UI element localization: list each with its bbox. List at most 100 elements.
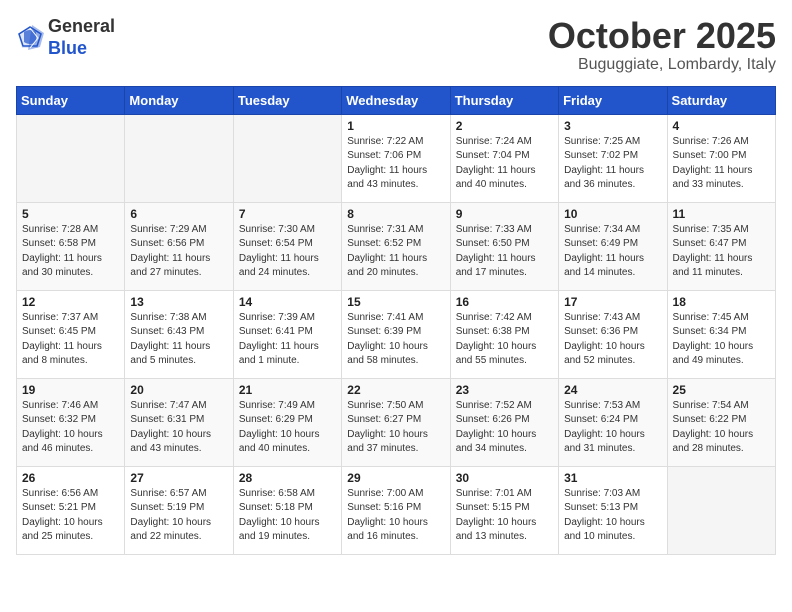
day-number: 25	[673, 383, 770, 397]
calendar-day-cell: 11Sunrise: 7:35 AM Sunset: 6:47 PM Dayli…	[667, 202, 775, 290]
day-info: Sunrise: 7:43 AM Sunset: 6:36 PM Dayligh…	[564, 311, 661, 369]
calendar-day-cell: 25Sunrise: 7:54 AM Sunset: 6:22 PM Dayli…	[667, 378, 775, 466]
day-info: Sunrise: 7:31 AM Sunset: 6:52 PM Dayligh…	[347, 223, 444, 281]
day-of-week-header: Thursday	[450, 86, 558, 114]
day-number: 4	[673, 119, 770, 133]
day-number: 10	[564, 207, 661, 221]
calendar-day-cell: 31 Sunrise: 7:03 AM Sunset: 5:13 PM Dayli…	[559, 466, 667, 554]
location: Buguggiate, Lombardy, Italy	[548, 56, 776, 74]
day-of-week-header: Wednesday	[342, 86, 450, 114]
calendar-day-cell: 19 Sunrise: 7:46 AM Sunset: 6:32 PM Dayli…	[17, 378, 125, 466]
calendar-day-cell: 30 Sunrise: 7:01 AM Sunset: 5:15 PM Dayli…	[450, 466, 558, 554]
day-info: Sunrise: 7:53 AM Sunset: 6:24 PM Dayligh…	[564, 399, 661, 457]
day-info: Sunrise: 7:52 AM Sunset: 6:26 PM Dayligh…	[456, 399, 553, 457]
calendar-day-cell: 17 Sunrise: 7:43 AM Sunset: 6:36 PM Dayli…	[559, 290, 667, 378]
day-info: Sunrise: 6:56 AM Sunset: 5:21 PM Dayligh…	[22, 487, 119, 545]
calendar-day-cell: 26 Sunrise: 6:56 AM Sunset: 5:21 PM Dayli…	[17, 466, 125, 554]
day-info: Sunrise: 7:34 AM Sunset: 6:49 PM Dayligh…	[564, 223, 661, 281]
calendar-week-row: 12Sunrise: 7:37 AM Sunset: 6:45 PM Dayli…	[17, 290, 776, 378]
calendar-day-cell	[667, 466, 775, 554]
day-info: Sunrise: 7:49 AM Sunset: 6:29 PM Dayligh…	[239, 399, 336, 457]
day-of-week-header: Sunday	[17, 86, 125, 114]
logo-general-text: General	[48, 16, 115, 36]
day-number: 3	[564, 119, 661, 133]
day-info: Sunrise: 7:25 AM Sunset: 7:02 PM Dayligh…	[564, 135, 661, 193]
calendar-day-cell: 12Sunrise: 7:37 AM Sunset: 6:45 PM Dayli…	[17, 290, 125, 378]
day-number: 27	[130, 471, 227, 485]
logo-icon	[16, 24, 44, 52]
calendar-day-cell: 29 Sunrise: 7:00 AM Sunset: 5:16 PM Dayli…	[342, 466, 450, 554]
day-info: Sunrise: 6:58 AM Sunset: 5:18 PM Dayligh…	[239, 487, 336, 545]
day-info: Sunrise: 7:01 AM Sunset: 5:15 PM Dayligh…	[456, 487, 553, 545]
day-info: Sunrise: 7:26 AM Sunset: 7:00 PM Dayligh…	[673, 135, 770, 193]
day-info: Sunrise: 7:39 AM Sunset: 6:41 PM Dayligh…	[239, 311, 336, 369]
day-number: 1	[347, 119, 444, 133]
calendar-day-cell: 24 Sunrise: 7:53 AM Sunset: 6:24 PM Dayli…	[559, 378, 667, 466]
day-number: 13	[130, 295, 227, 309]
day-number: 18	[673, 295, 770, 309]
day-of-week-header: Friday	[559, 86, 667, 114]
day-info: Sunrise: 7:38 AM Sunset: 6:43 PM Dayligh…	[130, 311, 227, 369]
calendar-header-row: SundayMondayTuesdayWednesdayThursdayFrid…	[17, 86, 776, 114]
day-info: Sunrise: 7:22 AM Sunset: 7:06 PM Dayligh…	[347, 135, 444, 193]
calendar-day-cell: 15 Sunrise: 7:41 AM Sunset: 6:39 PM Dayli…	[342, 290, 450, 378]
day-info: Sunrise: 7:45 AM Sunset: 6:34 PM Dayligh…	[673, 311, 770, 369]
day-info: Sunrise: 7:33 AM Sunset: 6:50 PM Dayligh…	[456, 223, 553, 281]
calendar-day-cell: 21 Sunrise: 7:49 AM Sunset: 6:29 PM Dayli…	[233, 378, 341, 466]
calendar-day-cell: 13 Sunrise: 7:38 AM Sunset: 6:43 PM Dayli…	[125, 290, 233, 378]
day-number: 23	[456, 383, 553, 397]
calendar-day-cell	[125, 114, 233, 202]
day-number: 14	[239, 295, 336, 309]
day-info: Sunrise: 7:30 AM Sunset: 6:54 PM Dayligh…	[239, 223, 336, 281]
day-number: 29	[347, 471, 444, 485]
day-number: 5	[22, 207, 119, 221]
calendar-day-cell: 22Sunrise: 7:50 AM Sunset: 6:27 PM Dayli…	[342, 378, 450, 466]
day-number: 9	[456, 207, 553, 221]
day-of-week-header: Monday	[125, 86, 233, 114]
day-info: Sunrise: 6:57 AM Sunset: 5:19 PM Dayligh…	[130, 487, 227, 545]
calendar-day-cell: 28Sunrise: 6:58 AM Sunset: 5:18 PM Dayli…	[233, 466, 341, 554]
day-number: 17	[564, 295, 661, 309]
day-number: 22	[347, 383, 444, 397]
day-info: Sunrise: 7:41 AM Sunset: 6:39 PM Dayligh…	[347, 311, 444, 369]
calendar-week-row: 26 Sunrise: 6:56 AM Sunset: 5:21 PM Dayli…	[17, 466, 776, 554]
day-info: Sunrise: 7:29 AM Sunset: 6:56 PM Dayligh…	[130, 223, 227, 281]
calendar-day-cell: 18 Sunrise: 7:45 AM Sunset: 6:34 PM Dayli…	[667, 290, 775, 378]
day-info: Sunrise: 7:46 AM Sunset: 6:32 PM Dayligh…	[22, 399, 119, 457]
calendar-week-row: 19 Sunrise: 7:46 AM Sunset: 6:32 PM Dayli…	[17, 378, 776, 466]
day-info: Sunrise: 7:35 AM Sunset: 6:47 PM Dayligh…	[673, 223, 770, 281]
calendar-day-cell	[233, 114, 341, 202]
day-number: 8	[347, 207, 444, 221]
logo: General Blue	[16, 16, 115, 59]
calendar-day-cell: 23 Sunrise: 7:52 AM Sunset: 6:26 PM Dayli…	[450, 378, 558, 466]
day-number: 19	[22, 383, 119, 397]
title-block: October 2025 Buguggiate, Lombardy, Italy	[548, 16, 776, 74]
calendar-day-cell: 10 Sunrise: 7:34 AM Sunset: 6:49 PM Dayli…	[559, 202, 667, 290]
month-title: October 2025	[548, 16, 776, 56]
calendar-day-cell: 1 Sunrise: 7:22 AM Sunset: 7:06 PM Daylig…	[342, 114, 450, 202]
calendar-day-cell: 7Sunrise: 7:30 AM Sunset: 6:54 PM Daylig…	[233, 202, 341, 290]
day-info: Sunrise: 7:00 AM Sunset: 5:16 PM Dayligh…	[347, 487, 444, 545]
day-number: 26	[22, 471, 119, 485]
day-number: 24	[564, 383, 661, 397]
calendar-day-cell: 14 Sunrise: 7:39 AM Sunset: 6:41 PM Dayli…	[233, 290, 341, 378]
day-of-week-header: Tuesday	[233, 86, 341, 114]
day-of-week-header: Saturday	[667, 86, 775, 114]
day-number: 15	[347, 295, 444, 309]
day-number: 31	[564, 471, 661, 485]
calendar-day-cell: 6Sunrise: 7:29 AM Sunset: 6:56 PM Daylig…	[125, 202, 233, 290]
calendar-day-cell	[17, 114, 125, 202]
day-info: Sunrise: 7:03 AM Sunset: 5:13 PM Dayligh…	[564, 487, 661, 545]
calendar-week-row: 5Sunrise: 7:28 AM Sunset: 6:58 PM Daylig…	[17, 202, 776, 290]
calendar-day-cell: 9 Sunrise: 7:33 AM Sunset: 6:50 PM Daylig…	[450, 202, 558, 290]
calendar-table: SundayMondayTuesdayWednesdayThursdayFrid…	[16, 86, 776, 555]
day-info: Sunrise: 7:37 AM Sunset: 6:45 PM Dayligh…	[22, 311, 119, 369]
calendar-day-cell: 16Sunrise: 7:42 AM Sunset: 6:38 PM Dayli…	[450, 290, 558, 378]
calendar-day-cell: 2Sunrise: 7:24 AM Sunset: 7:04 PM Daylig…	[450, 114, 558, 202]
page-header: General Blue October 2025 Buguggiate, Lo…	[16, 16, 776, 74]
day-number: 30	[456, 471, 553, 485]
logo-blue-text: Blue	[48, 38, 87, 58]
calendar-day-cell: 20Sunrise: 7:47 AM Sunset: 6:31 PM Dayli…	[125, 378, 233, 466]
day-info: Sunrise: 7:42 AM Sunset: 6:38 PM Dayligh…	[456, 311, 553, 369]
day-number: 21	[239, 383, 336, 397]
